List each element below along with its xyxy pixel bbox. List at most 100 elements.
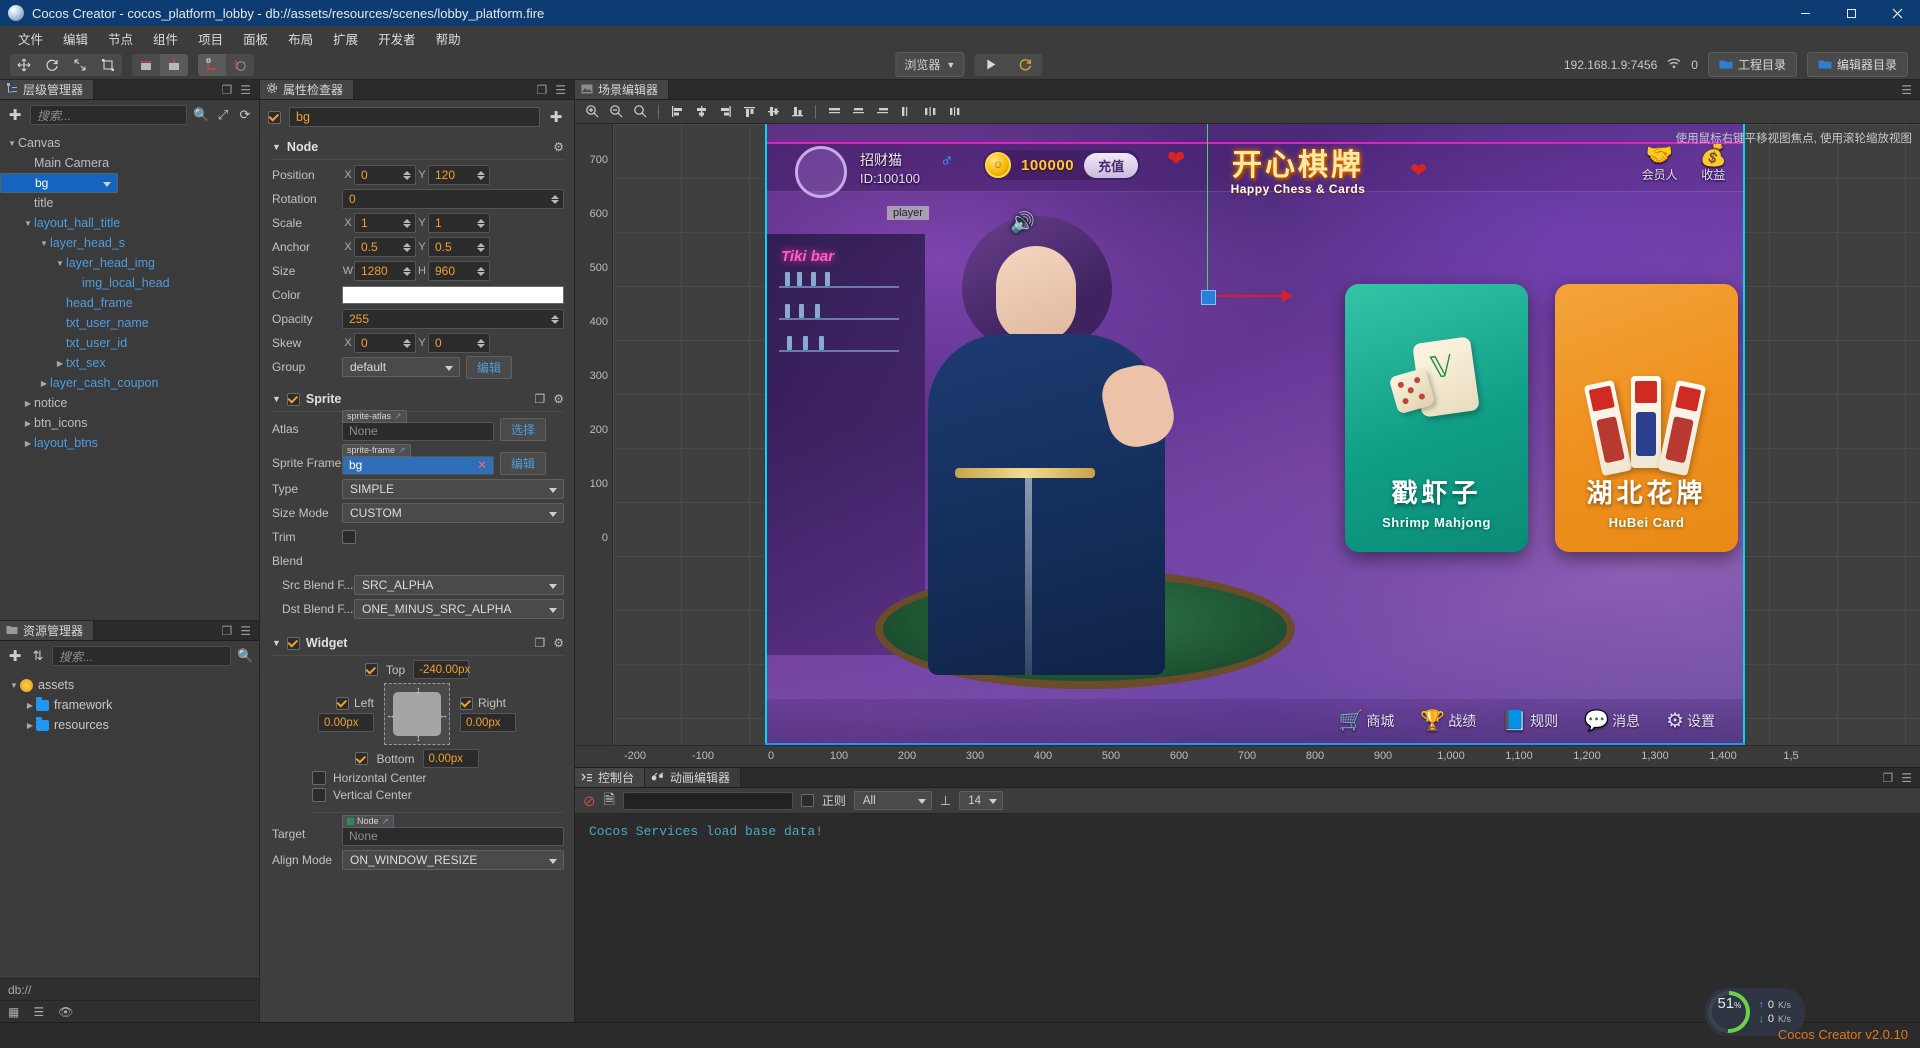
atlas-select-button[interactable]: 选择 [500,417,547,441]
position-y-input[interactable]: 120 [428,165,490,185]
clear-console-icon[interactable]: ⊘ [583,792,596,810]
scene-stage[interactable]: Tiki bar player 🔊 招财猫 ID:100100 ♂ ☺ 1000… [575,124,1920,767]
hierarchy-search-input[interactable]: 搜索... [30,105,187,125]
align-hcenter-icon[interactable] [690,102,712,122]
spriteframe-field[interactable]: sprite-frame ↗ bg ✕ [342,443,494,475]
charge-button[interactable]: 充值 [1084,152,1139,178]
menu-icon[interactable]: ☰ [1901,83,1912,97]
clear-icon[interactable]: ✕ [477,458,487,472]
move-tool-icon[interactable] [10,54,38,76]
search-icon[interactable]: 🔍 [237,648,253,664]
stepper[interactable] [477,335,487,351]
menu-item-extension[interactable]: 扩展 [323,27,368,50]
widget-top-checkbox[interactable] [364,663,378,676]
console-filter-input[interactable] [622,791,793,810]
minimize-button[interactable] [1782,0,1828,26]
sprite-enabled-checkbox[interactable] [286,392,300,406]
hierarchy-node-img-local-head[interactable]: img_local_head [0,273,259,293]
widget-left-checkbox[interactable] [335,696,349,710]
add-node-button[interactable]: ✚ [6,106,24,124]
tab-console[interactable]: 控制台 [575,768,646,787]
chevron-right-icon[interactable]: ▶ [38,379,50,388]
zoom-fit-icon[interactable] [629,102,651,122]
distribute-v-icon[interactable] [895,102,917,122]
srcblend-select[interactable]: SRC_ALPHA [354,575,564,595]
hierarchy-node-head-frame[interactable]: head_frame [0,293,259,313]
popout-icon[interactable]: ❐ [221,624,232,638]
tab-animation-editor[interactable]: 动画编辑器 [645,768,742,787]
tab-inspector[interactable]: 属性检查器 [260,80,355,99]
maximize-button[interactable] [1828,0,1874,26]
hierarchy-node-btn-icons[interactable]: ▶ btn_icons [0,413,259,433]
target-value[interactable]: None [342,826,564,846]
refresh-icon[interactable]: ⟳ [237,107,253,123]
pivot-center-icon[interactable] [132,54,160,76]
close-button[interactable] [1874,0,1920,26]
distribute-hc-icon[interactable] [847,102,869,122]
popout-icon[interactable]: ❐ [1882,771,1893,785]
align-left-icon[interactable] [666,102,688,122]
gizmo-handle[interactable] [1201,290,1216,305]
atlas-value[interactable]: None [342,421,494,441]
widget-top-input[interactable]: -240.00px [413,660,470,679]
stepper[interactable] [477,215,487,231]
anchor-y-input[interactable]: 0.5 [428,237,490,257]
chevron-down-icon[interactable]: ▼ [6,139,18,148]
copy-icon[interactable]: ❐ [534,392,545,406]
eye-icon[interactable]: 👁 [58,1005,73,1019]
scale-x-input[interactable]: 1 [354,213,416,233]
hierarchy-node-layer-head-s[interactable]: ▼ layer_head_s [0,233,259,253]
refresh-button[interactable] [1008,54,1042,76]
hierarchy-node-notice[interactable]: ▶ notice [0,393,259,413]
search-icon[interactable]: 🔍 [193,107,209,123]
menu-icon[interactable]: ☰ [240,624,251,638]
log-level-select[interactable]: All [853,791,932,810]
dstblend-select[interactable]: ONE_MINUS_SRC_ALPHA [354,599,564,619]
tab-assets[interactable]: 资源管理器 [0,621,95,640]
chevron-right-icon[interactable]: ▶ [22,439,34,448]
group-select[interactable]: default [342,357,460,377]
widget-right-checkbox[interactable] [460,696,473,710]
copy-icon[interactable]: ❐ [534,636,545,650]
chevron-down-icon[interactable]: ▼ [54,259,66,268]
stepper[interactable] [403,215,413,231]
editor-dir-button[interactable]: 编辑器目录 [1806,52,1908,77]
spriteframe-edit-button[interactable]: 编辑 [500,451,547,475]
widget-bottom-input[interactable]: 0.00px [422,749,479,768]
external-link-icon[interactable]: ↗ [398,445,406,456]
node-section-gear-icon[interactable]: ⚙ [553,140,564,154]
target-field[interactable]: Node ↗ None [342,814,564,846]
trim-checkbox[interactable] [342,530,356,544]
hierarchy-node-bg[interactable]: bg [0,173,118,193]
copy-log-icon[interactable]: 🗎 [604,789,615,813]
align-bottom-icon[interactable] [786,102,808,122]
earnings-button[interactable]: 💰 收益 [1700,144,1727,183]
align-right-icon[interactable] [714,102,736,122]
atlas-field[interactable]: sprite-atlas ↗ None [342,409,494,441]
gear-icon[interactable]: ⚙ [553,392,564,406]
spriteframe-value-wrap[interactable]: bg ✕ [342,455,494,475]
zoom-in-icon[interactable] [581,102,603,122]
size-h-input[interactable]: 960 [428,261,490,281]
nav-records[interactable]: 🏆 战绩 [1420,711,1476,731]
hierarchy-node-layout-btns[interactable]: ▶ layout_btns [0,433,259,453]
widget-left-input[interactable]: 0.00px [318,713,374,732]
rotation-input[interactable]: 0 [342,189,564,209]
menu-item-node[interactable]: 节点 [98,27,143,50]
menu-item-component[interactable]: 组件 [143,27,188,50]
menu-icon[interactable]: ☰ [240,83,251,97]
nav-settings[interactable]: ⚙ 设置 [1666,711,1715,731]
pivot-pivot-icon[interactable] [160,53,188,76]
add-component-icon[interactable]: ✚ [548,108,564,126]
game-card-hubei-card[interactable]: 湖北花牌 HuBei Card [1555,284,1738,552]
skew-x-input[interactable]: 0 [354,333,416,353]
stepper[interactable] [403,239,413,255]
hierarchy-node-txt-user-name[interactable]: txt_user_name [0,313,259,333]
play-button[interactable] [974,54,1008,76]
stepper[interactable] [477,239,487,255]
position-x-input[interactable]: 0 [354,165,416,185]
chevron-right-icon[interactable]: ▶ [24,701,36,710]
distribute-vr-icon[interactable] [943,102,965,122]
speaker-icon[interactable]: 🔊 [1010,210,1035,235]
widget-right-input[interactable]: 0.00px [460,713,516,732]
